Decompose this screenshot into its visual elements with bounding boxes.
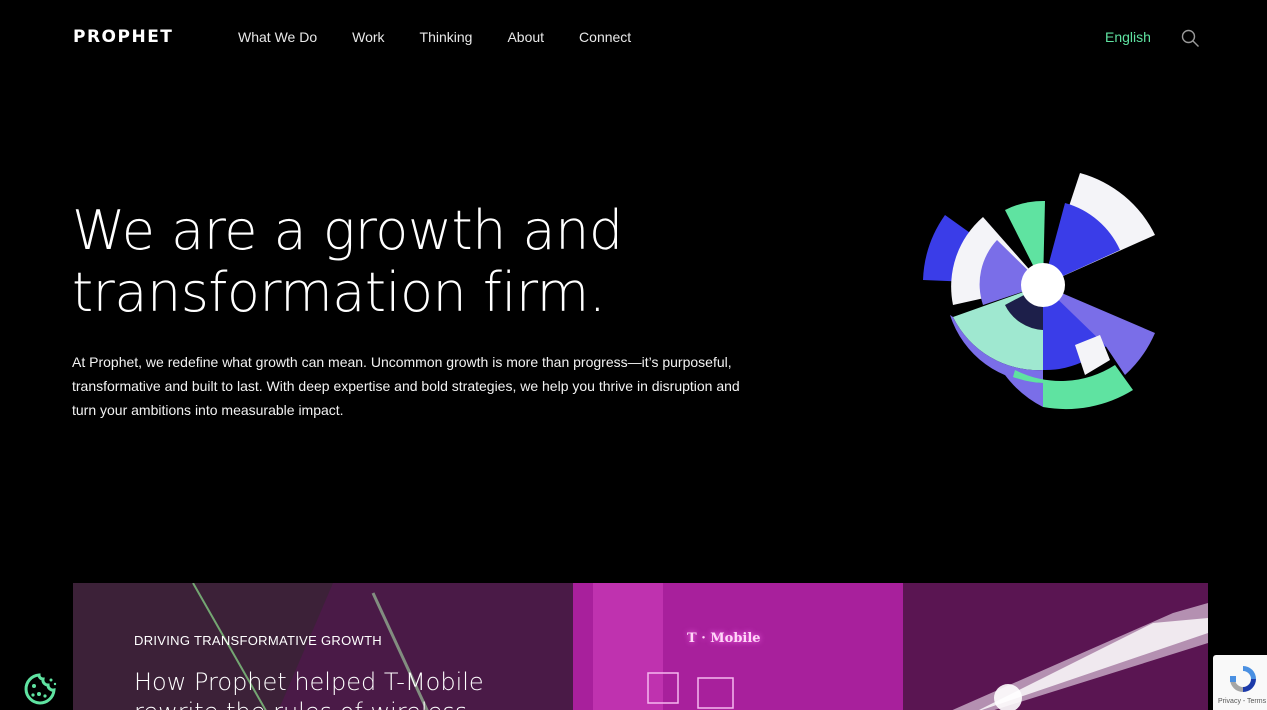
recaptcha-badge[interactable]: Privacy - Terms bbox=[1213, 655, 1267, 710]
radial-burst-graphic bbox=[923, 173, 1155, 410]
page: PROPHET What We Do Work Thinking About C… bbox=[0, 0, 1267, 710]
case-study-eyebrow: DRIVING TRANSFORMATIVE GROWTH bbox=[134, 633, 382, 648]
tmobile-sign: T · Mobile bbox=[687, 631, 761, 646]
nav-item-connect[interactable]: Connect bbox=[579, 29, 631, 45]
nav-item-about[interactable]: About bbox=[507, 29, 544, 45]
recaptcha-icon bbox=[1230, 666, 1256, 692]
site-header: PROPHET What We Do Work Thinking About C… bbox=[0, 0, 1267, 74]
cookie-icon[interactable] bbox=[22, 672, 58, 706]
nav-item-what-we-do[interactable]: What We Do bbox=[238, 29, 317, 45]
case-study-title[interactable]: How Prophet helped T-Mobile rewrite the … bbox=[134, 667, 554, 710]
prophet-logo[interactable]: PROPHET bbox=[73, 27, 173, 47]
language-selector[interactable]: English bbox=[1105, 29, 1151, 45]
hero-title: We are a growth and transformation firm. bbox=[72, 200, 712, 324]
search-icon[interactable] bbox=[1180, 28, 1200, 48]
hero-title-line-1: We are a growth and bbox=[72, 199, 623, 262]
hero-title-line-2: transformation firm. bbox=[72, 261, 606, 324]
featured-case-study-banner[interactable]: DRIVING TRANSFORMATIVE GROWTH How Prophe… bbox=[73, 583, 1208, 710]
nav-item-work[interactable]: Work bbox=[352, 29, 384, 45]
burst-center bbox=[1021, 263, 1065, 307]
recaptcha-privacy-terms[interactable]: Privacy - Terms bbox=[1218, 698, 1266, 705]
nav-item-thinking[interactable]: Thinking bbox=[420, 29, 473, 45]
main-nav: What We Do Work Thinking About Connect bbox=[238, 29, 666, 45]
hero-description: At Prophet, we redefine what growth can … bbox=[72, 354, 740, 418]
